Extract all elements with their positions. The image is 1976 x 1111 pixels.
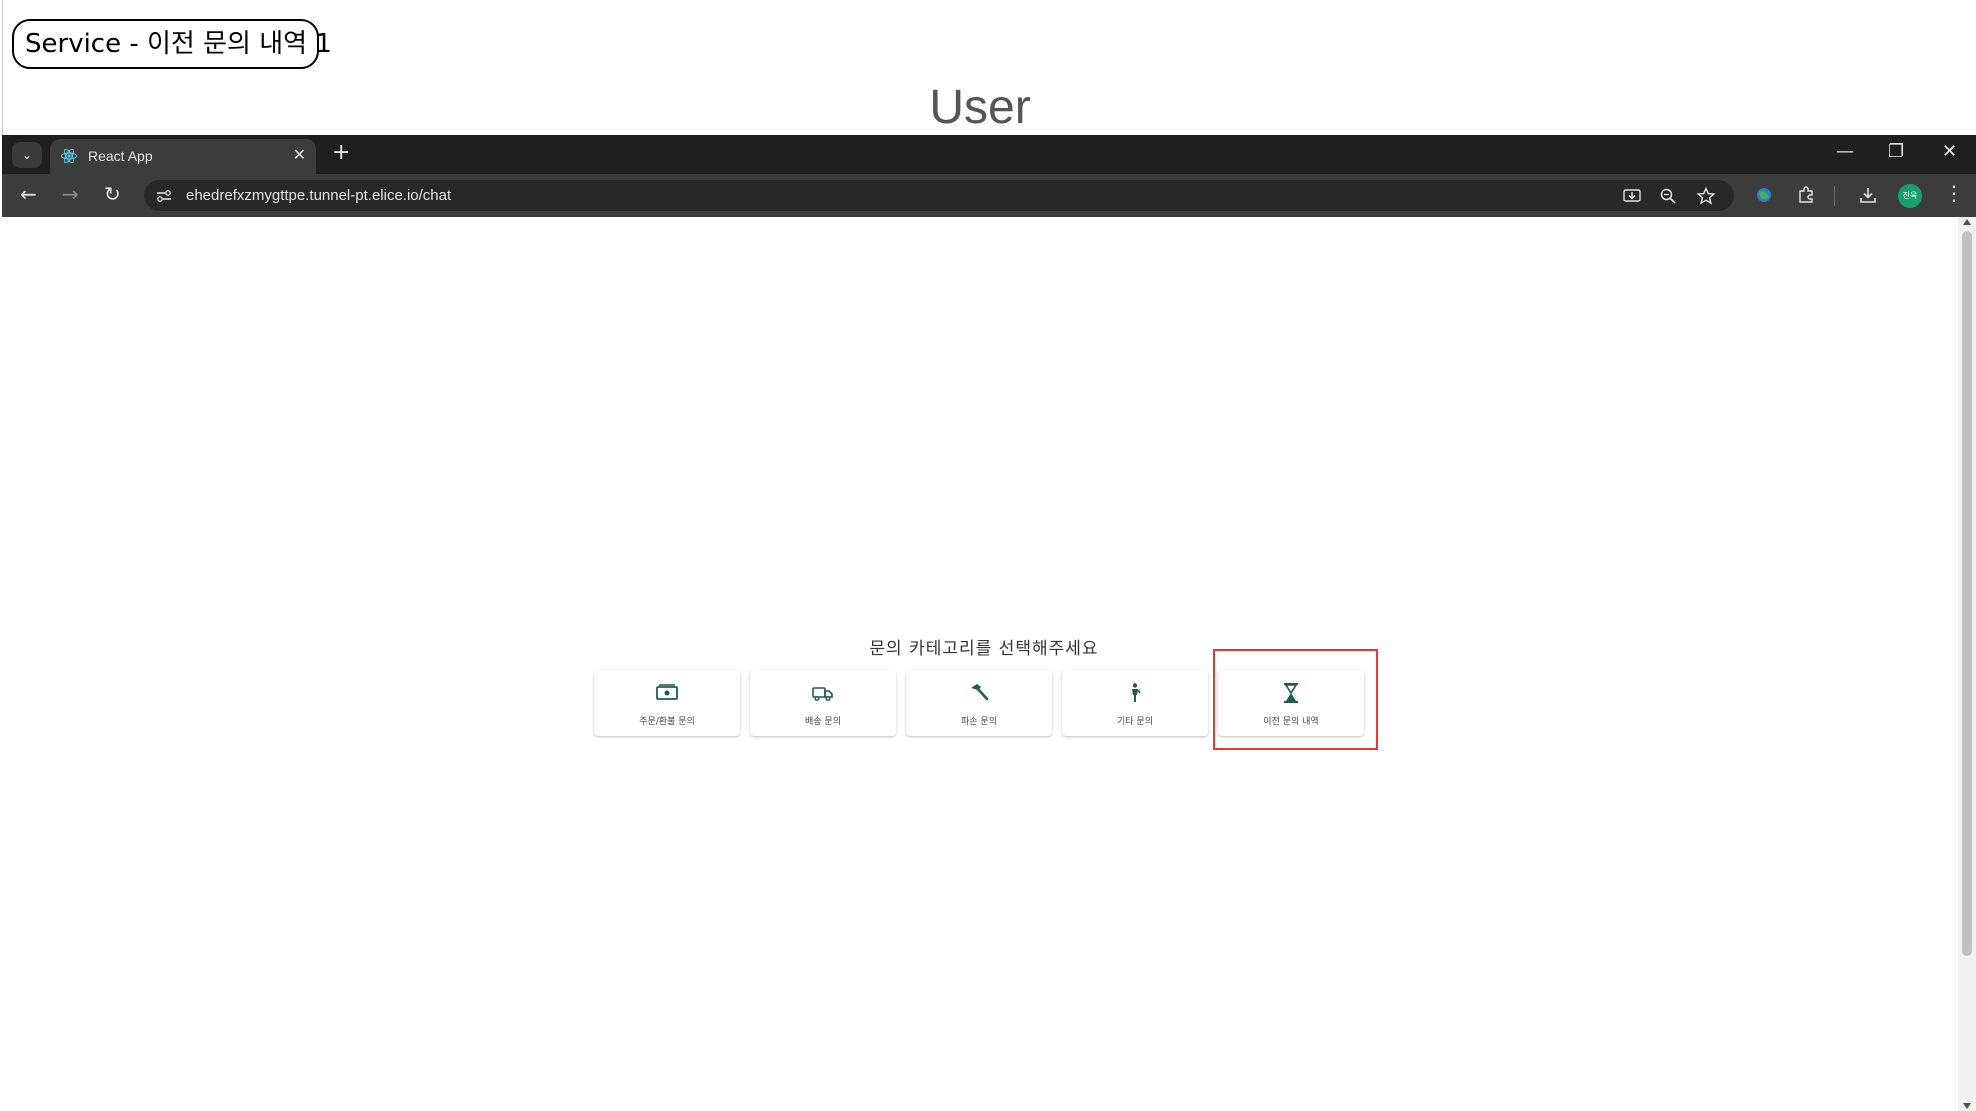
bookmark-star-icon[interactable]	[1696, 186, 1716, 206]
browser-tab[interactable]: React App ✕	[50, 139, 316, 174]
more-menu-icon[interactable]: ⋮	[1944, 183, 1964, 203]
highlight-box	[1213, 649, 1378, 750]
vertical-scrollbar[interactable]	[1958, 217, 1976, 1111]
close-window-icon[interactable]: ✕	[1942, 141, 1957, 162]
slide-label: Service - 이전 문의 내역 1	[12, 19, 332, 69]
tab-search-button[interactable]: ⌄	[12, 142, 42, 168]
category-label: 기타 문의	[1117, 717, 1153, 727]
url-text: ehedrefxzmygttpe.tunnel-pt.elice.io/chat	[186, 187, 452, 204]
category-card-shipping[interactable]: 배송 문의	[750, 670, 896, 736]
reload-icon[interactable]: ↻	[104, 184, 121, 204]
hammer-icon	[971, 684, 989, 701]
site-info-icon[interactable]	[154, 186, 174, 206]
truck-icon	[812, 687, 833, 702]
person-icon	[1132, 683, 1141, 702]
tab-title: React App	[88, 148, 153, 164]
scroll-down-arrow-icon[interactable]	[1963, 1103, 1971, 1109]
install-app-icon[interactable]	[1622, 186, 1642, 206]
slide-heading: User	[929, 81, 1031, 134]
category-card-damage[interactable]: 파손 문의	[906, 670, 1052, 736]
extensions-puzzle-icon[interactable]	[1796, 185, 1816, 205]
category-card-order-refund[interactable]: 주문/환불 문의	[594, 670, 740, 736]
category-card-other[interactable]: 기타 문의	[1062, 670, 1208, 736]
forward-icon[interactable]: →	[62, 184, 79, 204]
category-label: 파손 문의	[961, 717, 997, 727]
scroll-up-arrow-icon[interactable]	[1963, 219, 1971, 225]
back-icon[interactable]: ←	[20, 184, 37, 204]
react-icon	[61, 148, 77, 164]
extension-globe-icon[interactable]	[1754, 185, 1774, 205]
money-icon	[656, 684, 678, 700]
minimize-icon[interactable]: —	[1836, 141, 1854, 162]
scroll-thumb[interactable]	[1962, 231, 1972, 956]
profile-avatar[interactable]: 진욱	[1898, 184, 1922, 208]
browser-toolbar: ← → ↻ ehedrefxzmygttpe.tunnel-pt.elice.i…	[2, 174, 1976, 217]
category-label: 배송 문의	[805, 717, 841, 727]
new-tab-button[interactable]: +	[332, 140, 350, 165]
zoom-icon[interactable]	[1658, 186, 1678, 206]
page-viewport: 문의 카테고리를 선택해주세요 주문/환불 문의 배송 문의 파손 문의 기타 …	[2, 217, 1958, 1111]
download-icon[interactable]	[1858, 185, 1878, 205]
restore-icon[interactable]: ❐	[1888, 141, 1904, 162]
category-label: 주문/환불 문의	[639, 717, 695, 727]
browser-tab-bar: ⌄ React App ✕ + — ❐ ✕	[2, 135, 1976, 174]
address-bar[interactable]: ehedrefxzmygttpe.tunnel-pt.elice.io/chat	[144, 180, 1734, 211]
tab-close-icon[interactable]: ✕	[293, 145, 306, 164]
toolbar-divider	[1834, 186, 1835, 206]
